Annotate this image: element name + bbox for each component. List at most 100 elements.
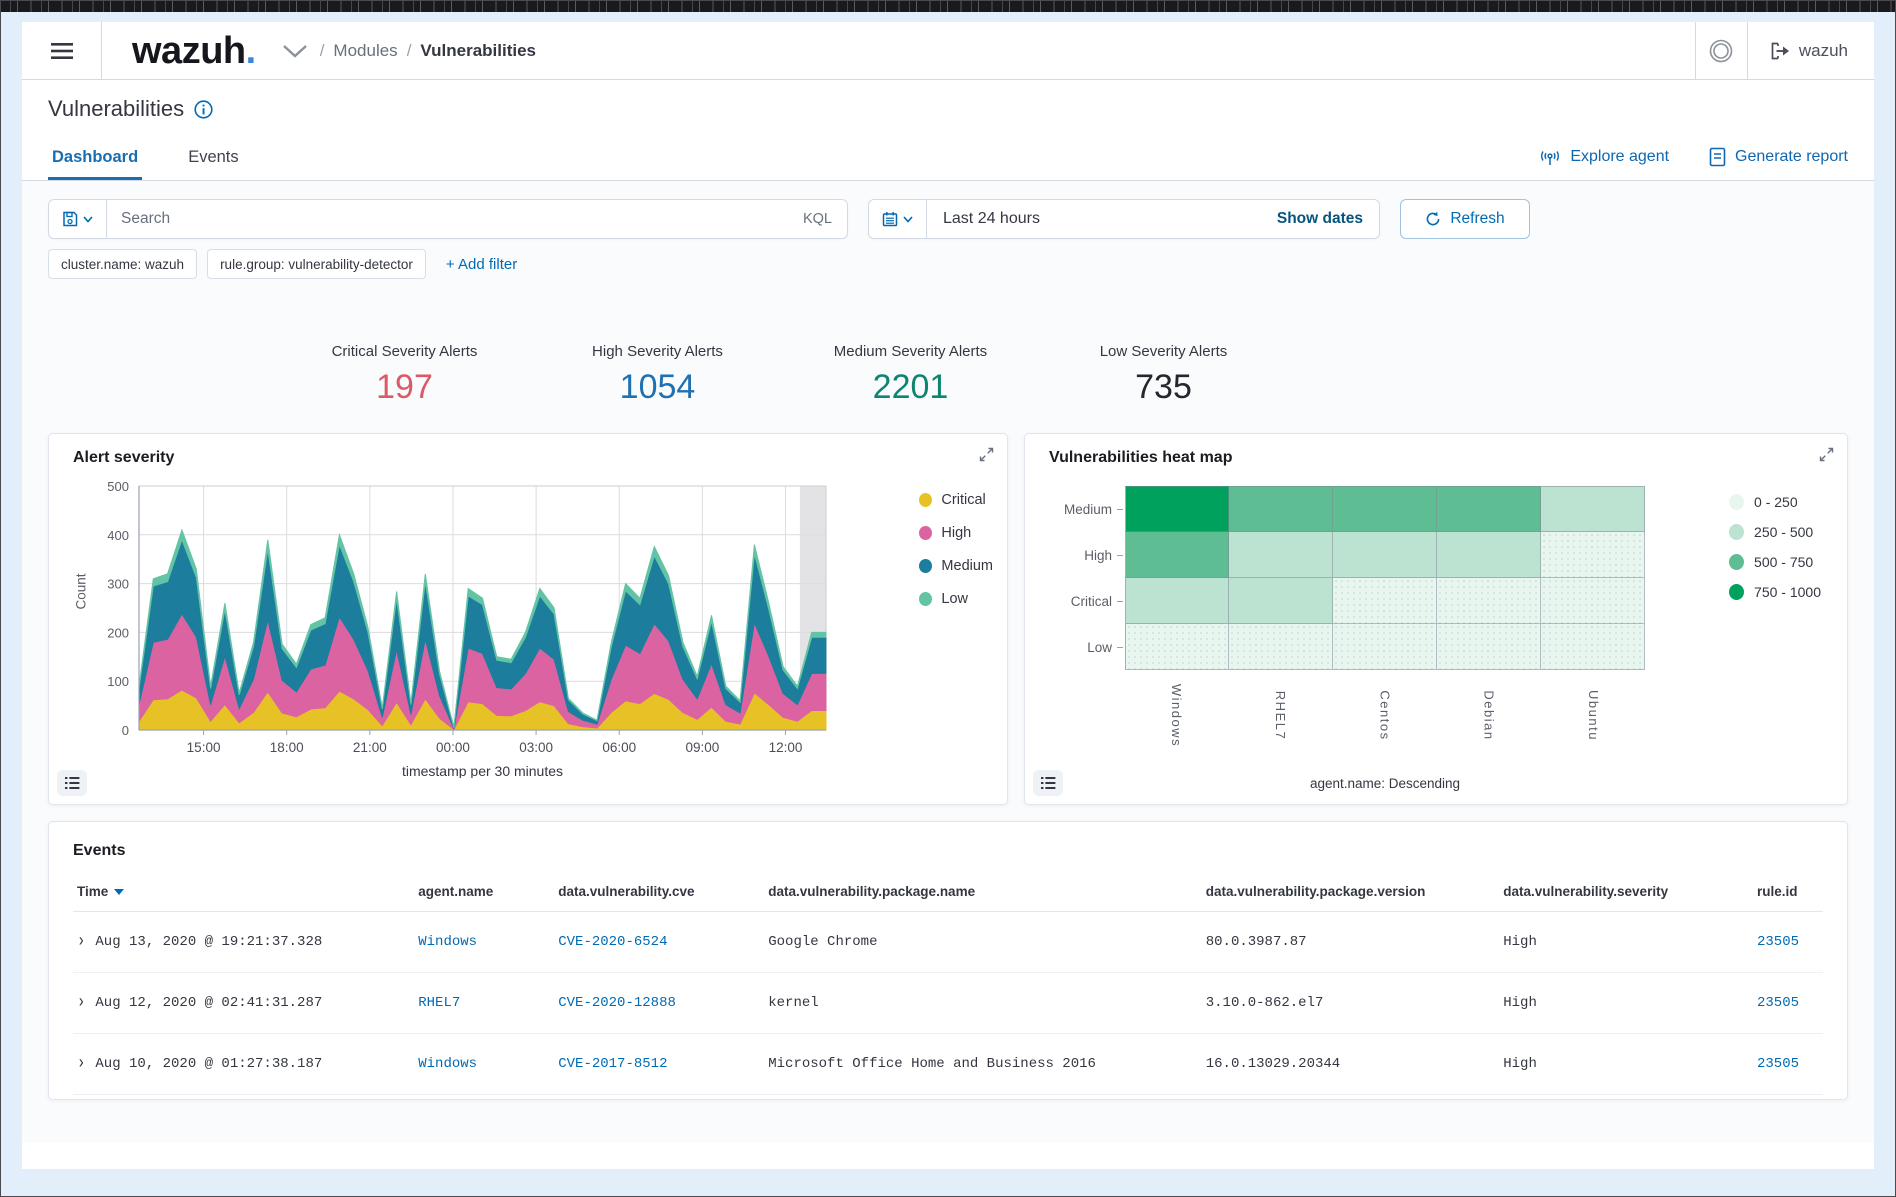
column-header-data-vulnerability-cve[interactable]: data.vulnerability.cve [554,876,764,912]
time-range-value[interactable]: Last 24 hours [927,210,1261,228]
heatmap-cell[interactable] [1541,578,1645,624]
cell-package-name: Microsoft Office Home and Business 2016 [764,1034,1202,1095]
saved-query-menu[interactable] [49,200,107,238]
cve-link[interactable]: CVE-2020-6524 [558,934,667,950]
heatmap-cell[interactable] [1125,486,1229,532]
heatmap-cell[interactable] [1541,486,1645,532]
charts-row: Alert severity Count 010020030040050015:… [48,433,1848,805]
expand-panel-button[interactable] [979,447,994,462]
svg-text:03:00: 03:00 [519,740,553,755]
expand-row-icon[interactable]: › [77,931,85,953]
heatmap-cell[interactable] [1541,624,1645,670]
cve-link[interactable]: CVE-2017-8512 [558,1056,667,1072]
expand-row-icon[interactable]: › [77,992,85,1014]
legend-item-high[interactable]: High [919,525,993,541]
add-filter-button[interactable]: + Add filter [446,256,517,273]
refresh-button[interactable]: Refresh [1400,199,1530,239]
refresh-icon [1425,211,1441,227]
heatmap-cell[interactable] [1541,532,1645,578]
heatmap-legend-item[interactable]: 0 - 250 [1729,494,1821,510]
legend-label: High [941,525,971,541]
rule-id-link[interactable]: 23505 [1757,934,1799,950]
filters-bar: + Add filter cluster.name: wazuh rule.gro… [48,249,1848,279]
agent-link[interactable]: RHEL7 [418,995,460,1011]
logout-label: wazuh [1799,41,1848,61]
expand-panel-button[interactable] [1819,447,1834,462]
heatmap-cell[interactable] [1437,486,1541,532]
heatmap-cell[interactable] [1437,578,1541,624]
health-ring-button[interactable] [1695,22,1747,79]
heatmap-cell[interactable] [1125,578,1229,624]
show-dates-button[interactable]: Show dates [1261,210,1379,228]
agent-link[interactable]: Windows [418,934,477,950]
svg-text:0: 0 [122,723,129,738]
breadcrumb-modules[interactable]: Modules [333,41,397,61]
table-row: ›Aug 13, 2020 @ 19:21:37.328WindowsCVE-2… [73,912,1823,973]
search-input[interactable] [107,210,788,228]
column-header-agent-name[interactable]: agent.name [414,876,554,912]
heatmap-cell[interactable] [1125,532,1229,578]
heatmap-cell[interactable] [1437,624,1541,670]
info-icon[interactable] [194,100,213,119]
svg-text:06:00: 06:00 [602,740,636,755]
hamburger-icon [50,42,74,60]
alert-severity-chart[interactable]: 010020030040050015:0018:0021:0000:0003:0… [91,472,851,783]
column-header-time[interactable]: Time [73,876,414,912]
legend-item-medium[interactable]: Medium [919,558,993,574]
column-header-data-vulnerability-package-name[interactable]: data.vulnerability.package.name [764,876,1202,912]
legend-label: Critical [941,492,985,508]
cell-severity: High [1499,973,1753,1034]
heatmap-cell[interactable] [1125,624,1229,670]
heatmap-cell[interactable] [1437,532,1541,578]
legend-item-low[interactable]: Low [919,591,993,607]
query-bar: KQL Last 24 hours [48,199,1848,239]
rule-id-link[interactable]: 23505 [1757,995,1799,1011]
generate-report-button[interactable]: Generate report [1709,147,1848,167]
heatmap-cell[interactable] [1333,578,1437,624]
column-header-data-vulnerability-package-version[interactable]: data.vulnerability.package.version [1202,876,1500,912]
heatmap-legend-item[interactable]: 500 - 750 [1729,554,1821,570]
query-language-selector[interactable]: KQL [788,211,847,227]
expand-icon [979,447,994,462]
heatmap-cell[interactable] [1229,578,1333,624]
legend-item-critical[interactable]: Critical [919,492,993,508]
svg-text:100: 100 [107,674,129,689]
filter-pill-1[interactable]: rule.group: vulnerability-detector [207,249,426,279]
heatmap-cell[interactable] [1229,532,1333,578]
heatmap-cell[interactable] [1333,532,1437,578]
date-quick-menu[interactable] [869,200,927,238]
column-header-data-vulnerability-severity[interactable]: data.vulnerability.severity [1499,876,1753,912]
wazuh-logo[interactable]: wazuh. [132,32,256,70]
heatmap-legend-item[interactable]: 250 - 500 [1729,524,1821,540]
generate-report-label: Generate report [1735,148,1848,166]
svg-text:400: 400 [107,528,129,543]
heatmap-cell[interactable] [1333,486,1437,532]
stat-value: 2201 [784,368,1037,407]
heatmap-legend-item[interactable]: 750 - 1000 [1729,584,1821,600]
expand-row-icon[interactable]: › [77,1053,85,1075]
chevron-down-icon[interactable] [282,44,308,58]
svg-text:timestamp per 30 minutes: timestamp per 30 minutes [402,763,563,778]
logout-button[interactable]: wazuh [1747,22,1874,79]
menu-button[interactable] [22,22,102,79]
explore-agent-button[interactable]: Explore agent [1539,147,1669,167]
stat-critical: Critical Severity Alerts197 [278,343,531,407]
agent-link[interactable]: Windows [418,1056,477,1072]
heatmap-cell[interactable] [1229,624,1333,670]
cell-agent-name: Windows [414,1034,554,1095]
rule-id-link[interactable]: 23505 [1757,1056,1799,1072]
heatmap-cell[interactable] [1229,486,1333,532]
svg-text:200: 200 [107,625,129,640]
heatmap-cell[interactable] [1333,624,1437,670]
heatmap-chart: MediumHighCriticalLowWindowsRHEL7CentosD… [1045,486,1645,791]
cve-link[interactable]: CVE-2020-12888 [558,995,676,1011]
column-header-rule-id[interactable]: rule.id [1753,876,1823,912]
legend-toggle-button[interactable] [57,770,87,796]
filter-pill-0[interactable]: cluster.name: wazuh [48,249,197,279]
tab-dashboard[interactable]: Dashboard [48,142,142,180]
breadcrumb-separator: / [320,41,325,61]
events-table-body: ›Aug 13, 2020 @ 19:21:37.328WindowsCVE-2… [73,912,1823,1095]
cell-time: ›Aug 12, 2020 @ 02:41:31.287 [73,973,414,1034]
legend-toggle-button[interactable] [1033,770,1063,796]
tab-events[interactable]: Events [184,142,242,180]
